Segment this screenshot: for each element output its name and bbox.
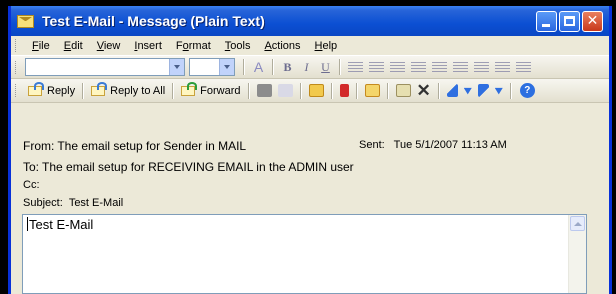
window-title: Test E-Mail - Message (Plain Text): [42, 13, 265, 29]
message-window: Test E-Mail - Message (Plain Text) ✕ Fil…: [8, 6, 612, 294]
envelope-icon: [17, 14, 34, 28]
chevron-down-icon[interactable]: [494, 87, 503, 95]
align-right-icon[interactable]: [390, 61, 405, 73]
menu-file[interactable]: File: [25, 40, 57, 52]
paragraph-icon[interactable]: [495, 61, 510, 73]
from-label: From:: [23, 139, 55, 153]
increase-indent-icon[interactable]: [474, 61, 489, 73]
font-size-combo[interactable]: [189, 58, 235, 76]
help-icon[interactable]: ?: [519, 83, 535, 98]
minimize-icon: [542, 23, 550, 27]
vertical-scrollbar[interactable]: [568, 215, 586, 293]
menu-actions[interactable]: Actions: [257, 40, 307, 52]
underline-button[interactable]: U: [316, 60, 335, 75]
next-item-icon[interactable]: [477, 84, 489, 97]
menu-insert[interactable]: Insert: [127, 40, 169, 52]
decrease-indent-icon[interactable]: [453, 61, 468, 73]
reply-icon: [28, 81, 44, 98]
chevron-down-icon[interactable]: [219, 59, 234, 75]
text-caret: [27, 217, 28, 231]
flag-message-icon[interactable]: [308, 84, 324, 97]
message-body[interactable]: Test E-Mail: [22, 214, 587, 294]
minimize-button[interactable]: [536, 10, 557, 32]
forward-icon: [181, 81, 198, 98]
cc-label: Cc:: [23, 179, 40, 191]
from-row: From: The email setup for Sender in MAIL: [23, 139, 246, 153]
sent-value: Tue 5/1/2007 11:13 AM: [393, 139, 507, 151]
separator: [437, 82, 440, 99]
menu-help[interactable]: Help: [308, 40, 345, 52]
toolbar-grip[interactable]: [15, 39, 19, 52]
separator: [339, 59, 341, 75]
close-button[interactable]: ✕: [582, 10, 603, 32]
sent-row: Sent: Tue 5/1/2007 11:13 AM: [359, 139, 507, 151]
numbered-list-icon[interactable]: [411, 61, 426, 73]
delete-icon[interactable]: ✕: [417, 82, 431, 99]
font-color-button[interactable]: A: [249, 59, 268, 75]
sent-label: Sent:: [359, 139, 385, 151]
menu-bar: File Edit View Insert Format Tools Actio…: [11, 36, 609, 55]
message-header: From: The email setup for Sender in MAIL…: [11, 129, 609, 216]
show-hide-icon[interactable]: [516, 61, 531, 73]
from-value: The email setup for Sender in MAIL: [57, 139, 247, 153]
subject-label: Subject:: [23, 197, 63, 209]
separator: [386, 82, 389, 99]
message-body-text[interactable]: Test E-Mail: [27, 217, 93, 232]
bullet-list-icon[interactable]: [432, 61, 447, 73]
title-bar[interactable]: Test E-Mail - Message (Plain Text) ✕: [11, 6, 609, 36]
chevron-down-icon[interactable]: [463, 87, 472, 95]
maximize-button[interactable]: [559, 10, 580, 32]
separator: [272, 59, 274, 75]
separator: [82, 82, 85, 99]
align-left-icon[interactable]: [348, 61, 363, 73]
actions-toolbar: Reply Reply to All Forward ✕ ?: [11, 79, 609, 103]
toolbar-grip[interactable]: [15, 60, 19, 74]
subject-value: Test E-Mail: [68, 197, 124, 209]
print-icon[interactable]: [256, 84, 272, 97]
reply-all-button[interactable]: Reply to All: [88, 81, 168, 98]
forward-button[interactable]: Forward: [178, 81, 243, 98]
menu-edit[interactable]: Edit: [57, 40, 90, 52]
separator: [355, 82, 358, 99]
separator: [330, 82, 333, 99]
move-to-folder-icon[interactable]: [364, 84, 380, 97]
cc-row: Cc:: [23, 179, 43, 191]
maximize-icon: [564, 15, 575, 26]
separator: [299, 82, 302, 99]
separator: [243, 59, 245, 75]
toolbar-grip[interactable]: [15, 84, 19, 97]
reply-all-icon: [91, 81, 108, 98]
categories-icon[interactable]: [395, 84, 411, 97]
separator: [172, 82, 175, 99]
to-row: To: The email setup for RECEIVING EMAIL …: [23, 160, 354, 174]
menu-view[interactable]: View: [90, 40, 128, 52]
close-icon: ✕: [586, 12, 599, 29]
menu-format[interactable]: Format: [169, 40, 218, 52]
to-label: To:: [23, 160, 40, 174]
menu-tools[interactable]: Tools: [218, 40, 258, 52]
reply-button[interactable]: Reply: [25, 81, 78, 98]
chevron-down-icon[interactable]: [169, 59, 184, 75]
font-name-combo[interactable]: [25, 58, 185, 76]
to-value: The email setup for RECEIVING EMAIL in t…: [42, 160, 354, 174]
follow-up-flag-icon[interactable]: [339, 84, 349, 97]
separator: [509, 82, 512, 99]
separator: [247, 82, 250, 99]
italic-button[interactable]: I: [297, 60, 316, 75]
subject-row: Subject: Test E-Mail: [23, 197, 123, 209]
bold-button[interactable]: B: [278, 60, 297, 75]
formatting-toolbar: A B I U: [11, 55, 609, 79]
previous-item-icon[interactable]: [446, 84, 458, 97]
scroll-up-icon[interactable]: [570, 216, 585, 231]
copy-icon[interactable]: [277, 84, 293, 97]
align-center-icon[interactable]: [369, 61, 384, 73]
